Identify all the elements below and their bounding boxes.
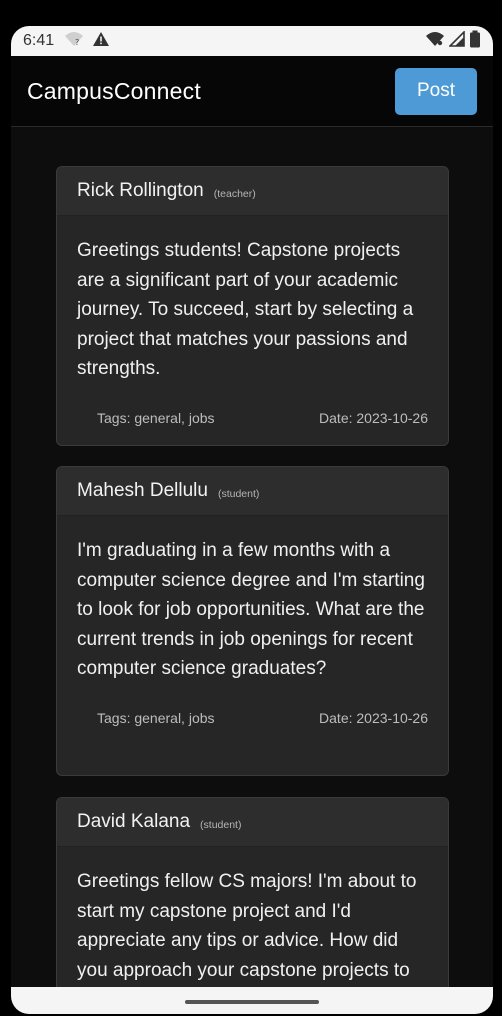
svg-text:?: ? <box>75 38 79 47</box>
post-card-body: Greetings students! Capstone projects ar… <box>57 216 448 384</box>
post-card: David Kalana (student) Greetings fellow … <box>56 797 449 987</box>
post-text: Greetings students! Capstone projects ar… <box>77 240 414 379</box>
wifi-icon <box>425 31 445 52</box>
device-screen: 6:41 ? CampusConnect Post Rick Rollingto… <box>11 26 493 1014</box>
author-role: (teacher) <box>213 187 256 200</box>
signal-icon <box>448 29 465 52</box>
author-role: (student) <box>200 818 242 831</box>
post-text: I'm graduating in a few months with a co… <box>77 540 425 679</box>
post-card: Rick Rollington (teacher) Greetings stud… <box>56 166 449 446</box>
home-gesture-handle[interactable] <box>185 999 319 1004</box>
post-date: Date: 2023-10-26 <box>319 409 428 426</box>
author-name: Rick Rollington <box>77 180 204 201</box>
battery-icon <box>469 30 481 53</box>
post-card: Mahesh Dellulu (student) I'm graduating … <box>56 466 449 776</box>
app-title: CampusConnect <box>27 77 201 104</box>
post-button[interactable]: Post <box>395 67 477 115</box>
author-name: Mahesh Dellulu <box>77 480 208 501</box>
post-text: Greetings fellow CS majors! I'm about to… <box>77 871 417 981</box>
author-name: David Kalana <box>77 811 191 832</box>
post-card-body: I'm graduating in a few months with a co… <box>57 516 448 684</box>
post-card-footer: Tags: general, jobs Date: 2023-10-26 <box>57 384 448 446</box>
post-card-header: Mahesh Dellulu (student) <box>57 467 448 516</box>
post-tags: Tags: general, jobs <box>97 709 215 726</box>
warning-icon <box>92 31 110 52</box>
post-card-header: Rick Rollington (teacher) <box>57 167 448 216</box>
post-card-body: Greetings fellow CS majors! I'm about to… <box>57 847 448 985</box>
post-date: Date: 2023-10-26 <box>319 709 428 726</box>
app-bar: CampusConnect Post <box>11 56 493 127</box>
post-tags: Tags: general, jobs <box>97 409 215 426</box>
status-bar: 6:41 ? <box>11 26 493 56</box>
wifi-question-icon: ? <box>64 31 84 52</box>
author-role: (student) <box>217 487 260 500</box>
post-card-header: David Kalana (student) <box>57 798 448 847</box>
post-card-footer: Tags: general, jobs Date: 2023-10-26 <box>57 684 448 752</box>
navigation-bar <box>11 987 493 1014</box>
post-feed[interactable]: Rick Rollington (teacher) Greetings stud… <box>11 127 493 987</box>
status-time: 6:41 <box>23 32 55 49</box>
